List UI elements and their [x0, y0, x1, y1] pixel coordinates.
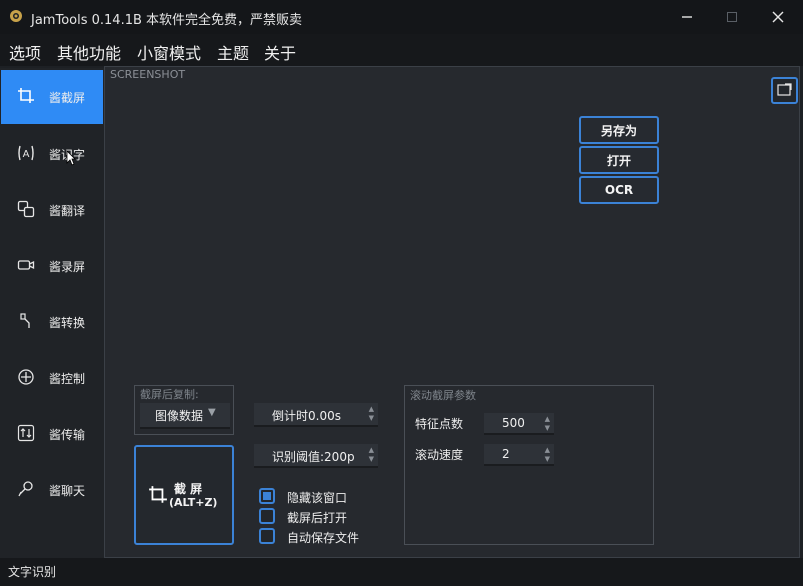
spin-arrows-icon[interactable]: ▲ ▼ — [369, 405, 374, 423]
crop-icon — [149, 486, 167, 503]
text-recognize-icon: A — [18, 145, 34, 161]
countdown-spinbox[interactable]: 倒计时0.00s ▲ ▼ — [254, 403, 378, 427]
sidebar-item-transfer[interactable]: 酱传输 — [1, 407, 103, 461]
convert-icon — [20, 313, 30, 328]
minimize-icon — [682, 16, 692, 18]
capture-label: 截 屏 — [174, 482, 203, 496]
copy-format-select[interactable]: 图像数据 ▼ — [140, 403, 230, 429]
scroll-speed-value: 2 — [502, 447, 510, 461]
maximize-button[interactable] — [710, 4, 754, 30]
window-title: JamTools 0.14.1B 本软件完全免费，严禁贩卖 — [31, 13, 303, 28]
window-expand-icon — [777, 83, 792, 96]
hide-window-label: 隐藏该窗口 — [287, 491, 348, 505]
menu-options[interactable]: 选项 — [9, 40, 41, 64]
scroll-speed-label: 滚动速度 — [415, 448, 464, 462]
app-logo-icon — [10, 10, 22, 22]
capture-button[interactable]: 截 屏 (ALT+Z) — [134, 445, 234, 545]
open-after-capture-checkbox[interactable] — [259, 508, 275, 524]
open-after-capture-label: 截屏后打开 — [287, 511, 348, 525]
menu-theme[interactable]: 主题 — [217, 40, 249, 64]
sidebar-item-chat[interactable]: 酱聊天 — [1, 463, 103, 517]
capture-shortcut: (ALT+Z) — [169, 496, 218, 509]
crop-icon — [18, 88, 34, 103]
status-text: 文字识别 — [8, 565, 57, 579]
sidebar-item-convert[interactable]: 酱转换 — [1, 295, 103, 349]
video-icon — [17, 260, 35, 270]
ocr-button[interactable]: OCR — [579, 176, 659, 204]
spin-arrows-icon[interactable]: ▲ ▼ — [545, 415, 550, 433]
panel-title: SCREENSHOT — [110, 68, 186, 81]
menu-mini-mode[interactable]: 小窗模式 — [137, 40, 201, 64]
chat-icon — [18, 481, 33, 497]
sidebar-item-label: 酱翻译 — [49, 204, 86, 218]
sidebar-item-label: 酱转换 — [49, 316, 86, 330]
status-bar — [0, 558, 803, 586]
close-icon — [772, 11, 784, 23]
feature-points-spinbox[interactable]: 500 ▲ ▼ — [484, 413, 554, 435]
feature-points-value: 500 — [502, 416, 525, 430]
spin-arrows-icon[interactable]: ▲ ▼ — [369, 446, 374, 464]
svg-text:A: A — [23, 149, 30, 160]
sidebar-item-ocr[interactable]: A 酱识字 — [1, 127, 103, 181]
sidebar-item-label: 酱聊天 — [49, 484, 86, 498]
mouse-cursor-icon — [66, 150, 76, 166]
sidebar-item-screenshot[interactable]: 酱截屏 — [1, 70, 103, 124]
open-button[interactable]: 打开 — [579, 146, 659, 174]
sidebar-item-control[interactable]: 酱控制 — [1, 351, 103, 405]
countdown-value: 倒计时0.00s — [272, 409, 341, 423]
save-as-button[interactable]: 另存为 — [579, 116, 659, 144]
control-icon — [18, 369, 34, 385]
sidebar-item-record[interactable]: 酱录屏 — [1, 239, 103, 293]
sidebar-item-label: 酱截屏 — [49, 91, 86, 105]
sidebar-item-label: 酱控制 — [49, 372, 86, 386]
threshold-value: 识别阈值:200p — [272, 450, 355, 464]
transfer-icon — [17, 424, 35, 442]
feature-points-label: 特征点数 — [415, 417, 464, 431]
auto-save-checkbox[interactable] — [259, 528, 275, 544]
scroll-speed-spinbox[interactable]: 2 ▲ ▼ — [484, 444, 554, 466]
spin-arrows-icon[interactable]: ▲ ▼ — [545, 446, 550, 464]
minimize-button[interactable] — [665, 4, 709, 30]
chevron-down-icon: ▼ — [208, 407, 216, 418]
auto-save-label: 自动保存文件 — [287, 531, 360, 545]
hide-window-checkbox[interactable] — [259, 488, 275, 504]
copy-format-value: 图像数据 — [155, 409, 204, 423]
scroll-group-title: 滚动截屏参数 — [410, 389, 476, 402]
threshold-spinbox[interactable]: 识别阈值:200p ▲ ▼ — [254, 444, 378, 468]
maximize-icon — [727, 12, 737, 22]
sidebar-item-label: 酱录屏 — [49, 260, 86, 274]
sidebar-item-translate[interactable]: 酱翻译 — [1, 183, 103, 237]
menu-about[interactable]: 关于 — [264, 40, 296, 64]
close-button[interactable] — [756, 4, 800, 30]
copy-group-title: 截屏后复制: — [140, 388, 199, 401]
translate-icon — [17, 200, 35, 218]
menu-other-functions[interactable]: 其他功能 — [57, 40, 121, 64]
sidebar-item-label: 酱传输 — [49, 428, 86, 442]
mini-window-button[interactable] — [771, 77, 798, 104]
